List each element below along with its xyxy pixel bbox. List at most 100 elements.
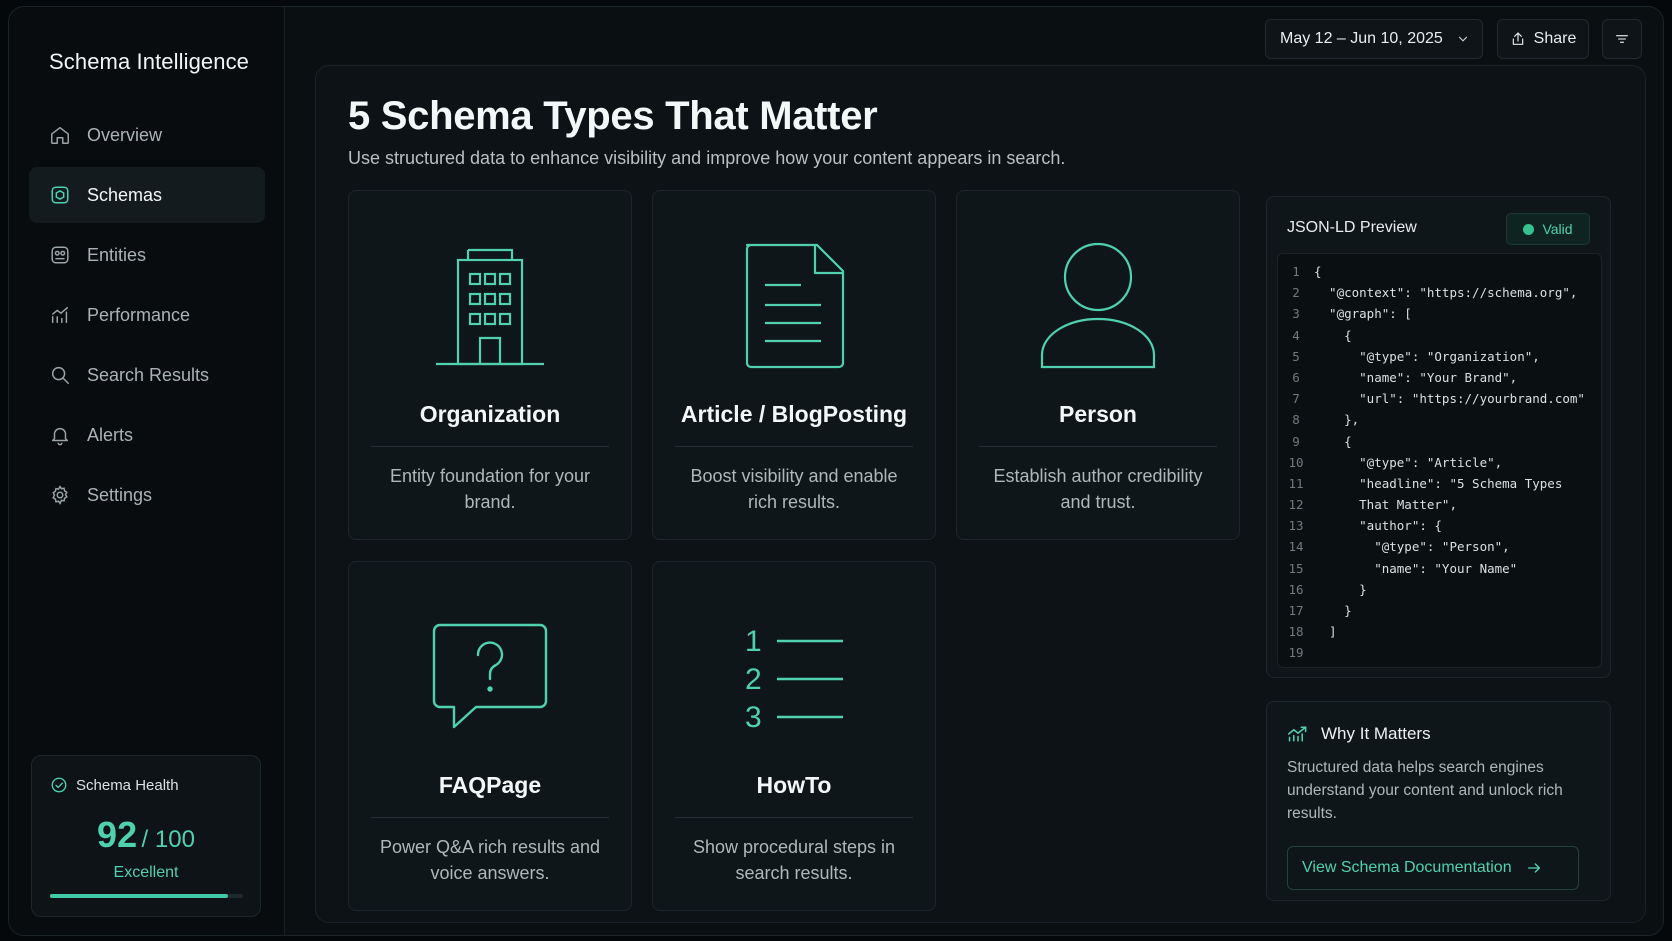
health-progress-bar [50, 894, 243, 898]
schema-card-organization[interactable]: Organization Entity foundation for your … [348, 190, 632, 540]
code-text: { [1314, 264, 1322, 279]
filter-button[interactable] [1602, 19, 1642, 59]
filter-icon [1616, 35, 1628, 43]
line-number: 4 [1292, 327, 1300, 343]
status-badge: Valid [1506, 213, 1590, 245]
card-description: Show procedural steps in search results. [692, 837, 896, 883]
card-divider [371, 817, 609, 818]
code-line: 16 } [1278, 582, 1601, 603]
search-icon [51, 366, 69, 384]
code-line: 19 [1278, 645, 1601, 666]
numbered-list-icon: 1 2 3 [653, 606, 935, 746]
card-title: Article / BlogPosting [680, 401, 908, 427]
code-text: That Matter", [1314, 497, 1457, 513]
code-line: 18 ] [1278, 624, 1601, 645]
code-text: "@type": "Article", [1314, 454, 1503, 470]
code-text: { [1314, 433, 1352, 449]
sidebar-item-label: Schemas [87, 184, 163, 205]
svg-text:3: 3 [745, 701, 762, 731]
line-number: 17 [1288, 603, 1304, 618]
app-window: Schema Intelligence Overview Schemas Ent… [8, 6, 1664, 936]
code-text: "headline": "5 Schema Types [1314, 475, 1563, 491]
view-documentation-button[interactable]: View Schema Documentation [1287, 846, 1579, 890]
line-number: 11 [1288, 475, 1304, 491]
code-line: 17 } [1278, 603, 1601, 624]
date-range-picker[interactable]: May 12 – Jun 10, 2025 [1265, 19, 1483, 59]
card-title: Person [1059, 401, 1137, 427]
code-text: "@graph": [ [1314, 306, 1412, 322]
schema-card-person[interactable]: Person Establish author credibility and … [956, 190, 1240, 540]
code-line: 1{ [1278, 264, 1601, 285]
line-number: 2 [1292, 285, 1300, 301]
sidebar-item-label: Search Results [87, 364, 210, 385]
share-label: Share [1533, 30, 1577, 47]
sidebar-item-label: Performance [87, 304, 191, 325]
share-button[interactable]: Share [1497, 19, 1589, 59]
health-score-value: 92 [97, 814, 138, 855]
code-text: "@context": "https://schema.org", [1314, 285, 1578, 301]
code-line: 5 "@type": "Organization", [1278, 349, 1601, 370]
schema-health-title: Schema Health [76, 776, 179, 794]
schema-card-howto[interactable]: 1 2 3 HowTo Show procedural steps in sea… [652, 561, 936, 911]
sidebar-item-label: Entities [87, 244, 147, 265]
page-subtitle: Use structured data to enhance visibilit… [348, 148, 1066, 168]
building-icon [349, 235, 631, 375]
card-divider [675, 817, 913, 818]
svg-text:1: 1 [745, 625, 762, 658]
date-range-label: May 12 – Jun 10, 2025 [1280, 30, 1443, 47]
line-number: 19 [1288, 645, 1304, 661]
card-description: Entity foundation for your brand. [389, 466, 591, 512]
code-text: "url": "https://yourbrand.com" [1314, 391, 1585, 407]
schema-health-header: Schema Health [50, 776, 179, 794]
line-number: 13 [1288, 518, 1304, 534]
code-line: 7 "url": "https://yourbrand.com" [1278, 391, 1601, 412]
arrow-right-icon [1527, 863, 1540, 873]
code-line: 14 "@type": "Person", [1278, 539, 1601, 560]
sidebar-item-entities[interactable]: Entities [29, 227, 265, 283]
code-line: 9 { [1278, 434, 1601, 455]
brand-title: Schema Intelligence [49, 49, 250, 74]
json-preview-title: JSON-LD Preview [1287, 219, 1417, 236]
code-line: 2 "@context": "https://schema.org", [1278, 285, 1601, 306]
code-line: 13 "author": { [1278, 518, 1601, 539]
health-score-max: / 100 [141, 826, 195, 853]
health-progress-fill [50, 894, 228, 898]
code-text: } [1314, 603, 1352, 618]
schema-card-faqpage[interactable]: FAQPage Power Q&A rich results and voice… [348, 561, 632, 911]
main-panel: 5 Schema Types That Matter Use structure… [315, 65, 1646, 923]
sidebar: Schema Intelligence Overview Schemas Ent… [9, 7, 285, 935]
chevron-down-icon [1458, 36, 1468, 42]
code-block[interactable]: 1{2 "@context": "https://schema.org", 3 "… [1277, 253, 1602, 668]
health-score: 92 / 100 [32, 814, 260, 856]
code-text: }, [1314, 412, 1360, 428]
home-icon [51, 126, 69, 144]
line-number: 3 [1292, 306, 1300, 322]
sidebar-item-performance[interactable]: Performance [29, 287, 265, 343]
line-number: 15 [1288, 560, 1304, 576]
gear-icon [52, 485, 68, 505]
card-divider [675, 446, 913, 447]
code-line: 4 { [1278, 328, 1601, 349]
sidebar-item-settings[interactable]: Settings [29, 467, 265, 523]
valid-dot-icon [1523, 223, 1535, 235]
line-number: 7 [1292, 391, 1300, 407]
code-text: "@type": "Organization", [1314, 348, 1540, 364]
sidebar-item-overview[interactable]: Overview [29, 107, 265, 163]
line-number: 16 [1288, 581, 1304, 597]
why-header: Why It Matters [1287, 724, 1431, 744]
schema-card-article[interactable]: Article / BlogPosting Boost visibility a… [652, 190, 936, 540]
sidebar-item-alerts[interactable]: Alerts [29, 407, 265, 463]
line-number: 10 [1288, 454, 1304, 470]
code-line: 8 }, [1278, 412, 1601, 433]
code-line: 6 "name": "Your Brand", [1278, 370, 1601, 391]
sidebar-item-label: Alerts [87, 424, 134, 445]
code-text: "name": "Your Name" [1314, 560, 1518, 576]
question-bubble-icon [349, 606, 631, 746]
sidebar-item-search-results[interactable]: Search Results [29, 347, 265, 403]
card-description: Power Q&A rich results and voice answers… [379, 837, 601, 883]
sidebar-item-schemas[interactable]: Schemas [29, 167, 265, 223]
svg-text:2: 2 [745, 663, 762, 696]
why-it-matters-card: Why It Matters Structured data helps sea… [1266, 701, 1611, 901]
schema-health-card: Schema Health 92 / 100 Excellent [31, 755, 261, 917]
trend-chart-icon [1287, 726, 1307, 742]
